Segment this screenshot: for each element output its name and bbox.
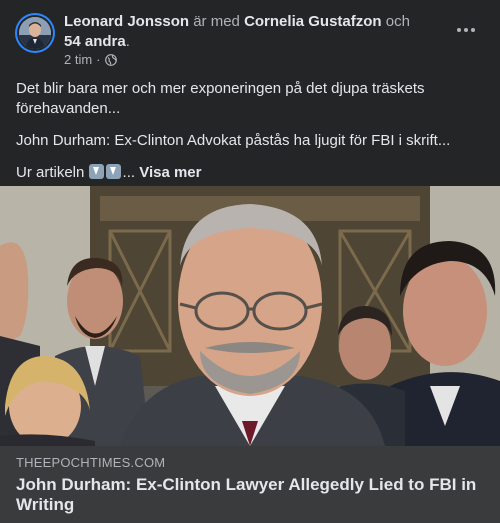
post-paragraph-1: Det blir bara mer och mer exponeringen p… (16, 80, 425, 117)
post-meta: 2 tim · (64, 52, 117, 68)
others-link[interactable]: 54 andra (64, 33, 126, 50)
post-attribution: Leonard Jonsson är med Cornelia Gustafzo… (64, 12, 444, 52)
down-arrow-emoji (105, 164, 121, 179)
post-paragraph-3: Ur artikeln ... Visa mer (16, 163, 486, 183)
down-arrow-emoji (88, 164, 104, 179)
post-body: Det blir bara mer och mer exponeringen p… (16, 79, 486, 195)
post-paragraph-2: John Durham: Ex-Clinton Advokat påstås h… (16, 132, 451, 149)
see-more-link[interactable]: Visa mer (139, 164, 201, 181)
tagged-person[interactable]: Cornelia Gustafzon (244, 13, 382, 30)
link-domain: THEEPOCHTIMES.COM (16, 455, 166, 470)
globe-icon (104, 54, 117, 66)
timestamp[interactable]: 2 tim (64, 52, 92, 68)
others-suffix: . (125, 33, 130, 50)
source-prefix: Ur artikeln (16, 164, 85, 181)
with-text: är med (189, 13, 245, 30)
more-icon (457, 28, 461, 32)
more-options-button[interactable] (450, 20, 482, 40)
and-text: och (381, 13, 410, 30)
profile-photo (19, 17, 51, 49)
author-name[interactable]: Leonard Jonsson (64, 13, 189, 30)
avatar[interactable] (15, 13, 55, 53)
post-photo[interactable] (0, 186, 500, 446)
separator: · (96, 52, 101, 67)
link-preview[interactable]: THEEPOCHTIMES.COM John Durham: Ex-Clinto… (0, 446, 500, 523)
post-header: Leonard Jonsson är med Cornelia Gustafzo… (0, 0, 500, 72)
ellipsis: ... (122, 164, 136, 181)
link-title[interactable]: John Durham: Ex-Clinton Lawyer Allegedly… (16, 475, 481, 515)
